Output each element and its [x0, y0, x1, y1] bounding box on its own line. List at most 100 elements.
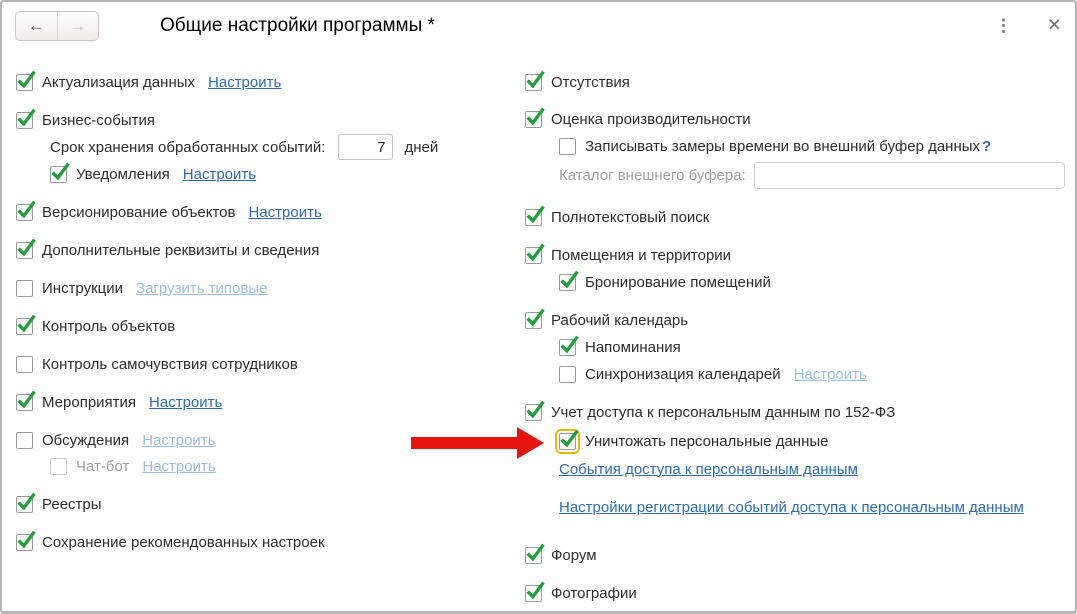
activities-configure-link[interactable]: Настроить — [149, 394, 222, 411]
photos-checkbox[interactable] — [525, 585, 542, 602]
room-booking-label: Бронирование помещений — [585, 274, 771, 291]
instructions-checkbox[interactable] — [16, 280, 33, 297]
instructions-label: Инструкции — [42, 280, 123, 297]
row-full-text-search: Полнотекстовый поиск — [525, 205, 1065, 229]
row-external-buffer-directory: Каталог внешнего буфера: — [559, 162, 1065, 189]
business-events-checkbox[interactable] — [16, 112, 33, 129]
performance-evaluation-label: Оценка производительности — [551, 111, 751, 128]
red-arrow — [411, 427, 544, 459]
row-reminders: Напоминания — [559, 335, 1065, 359]
discussions-configure-link[interactable]: Настроить — [142, 432, 215, 449]
premises-territories-label: Помещения и территории — [551, 247, 731, 264]
calendar-sync-checkbox[interactable] — [559, 366, 576, 383]
settings-window: ← → Общие настройки программы * ⋮ × Акту… — [0, 0, 1077, 614]
row-save-recommended-settings: Сохранение рекомендованных настроек — [16, 530, 513, 554]
row-personal-data-access-152fz: Учет доступа к персональным данным по 15… — [525, 400, 1065, 424]
notifications-checkbox[interactable] — [50, 166, 67, 183]
chat-bot-checkbox[interactable] — [50, 458, 67, 475]
red-arrow-head — [517, 427, 544, 459]
forward-button[interactable]: → — [58, 12, 99, 40]
registers-checkbox[interactable] — [16, 496, 33, 513]
chat-bot-label: Чат-бот — [76, 458, 129, 475]
destroy-personal-data-checkbox[interactable] — [559, 433, 576, 450]
discussions-checkbox[interactable] — [16, 432, 33, 449]
row-business-events: Бизнес-события — [16, 108, 513, 132]
room-booking-checkbox[interactable] — [559, 274, 576, 291]
history-nav: ← → — [15, 11, 99, 41]
row-registers: Реестры — [16, 492, 513, 516]
forum-label: Форум — [551, 547, 597, 564]
right-settings-column: Отсутствия Оценка производительности Зап… — [525, 70, 1065, 614]
reminders-checkbox[interactable] — [559, 339, 576, 356]
external-buffer-directory-input[interactable] — [754, 162, 1065, 189]
personal-data-registration-settings-link[interactable]: Настройки регистрации событий доступа к … — [559, 497, 1024, 518]
page-title: Общие настройки программы * — [160, 15, 435, 37]
row-room-booking: Бронирование помещений — [559, 270, 1065, 294]
row-photos: Фотографии — [525, 581, 1065, 605]
object-control-label: Контроль объектов — [42, 318, 175, 335]
calendar-sync-label: Синхронизация календарей — [585, 366, 781, 383]
additional-attributes-checkbox[interactable] — [16, 242, 33, 259]
employee-wellbeing-checkbox[interactable] — [16, 356, 33, 373]
row-notifications: Уведомления Настроить — [50, 162, 513, 186]
back-button[interactable]: ← — [16, 12, 58, 40]
personal-data-access-events-link[interactable]: События доступа к персональным данным — [559, 461, 858, 478]
full-text-search-checkbox[interactable] — [525, 209, 542, 226]
destroy-personal-data-label: Уничтожать персональные данные — [585, 433, 828, 450]
object-versioning-configure-link[interactable]: Настроить — [248, 204, 321, 221]
absences-checkbox[interactable] — [525, 74, 542, 91]
save-recommended-settings-checkbox[interactable] — [16, 534, 33, 551]
data-actualization-checkbox[interactable] — [16, 74, 33, 91]
row-personal-data-access-events: События доступа к персональным данным — [559, 457, 1065, 481]
row-absences: Отсутствия — [525, 70, 1065, 94]
discussions-label: Обсуждения — [42, 432, 129, 449]
row-calendar-sync: Синхронизация календарей Настроить — [559, 362, 1065, 386]
help-icon[interactable]: ? — [982, 138, 991, 155]
notifications-configure-link[interactable]: Настроить — [183, 166, 256, 183]
row-work-calendar: Рабочий календарь — [525, 308, 1065, 332]
chat-bot-configure-link[interactable]: Настроить — [142, 458, 215, 475]
full-text-search-label: Полнотекстовый поиск — [551, 209, 709, 226]
write-time-measurements-checkbox[interactable] — [559, 138, 576, 155]
row-destroy-personal-data: Уничтожать персональные данные — [559, 428, 1065, 454]
work-calendar-label: Рабочий календарь — [551, 312, 688, 329]
row-additional-attributes: Дополнительные реквизиты и сведения — [16, 238, 513, 262]
row-forum: Форум — [525, 543, 1065, 567]
reminders-label: Напоминания — [585, 339, 681, 356]
personal-data-access-152fz-checkbox[interactable] — [525, 404, 542, 421]
employee-wellbeing-label: Контроль самочувствия сотрудников — [42, 356, 298, 373]
save-recommended-settings-label: Сохранение рекомендованных настроек — [42, 534, 325, 551]
row-performance-evaluation: Оценка производительности — [525, 107, 1065, 131]
row-activities: Мероприятия Настроить — [16, 390, 513, 414]
calendar-sync-configure-link[interactable]: Настроить — [794, 366, 867, 383]
red-arrow-shaft — [411, 437, 519, 449]
row-instructions: Инструкции Загрузить типовые — [16, 276, 513, 300]
row-object-control: Контроль объектов — [16, 314, 513, 338]
row-employee-wellbeing-control: Контроль самочувствия сотрудников — [16, 352, 513, 376]
more-menu-icon[interactable]: ⋮ — [995, 15, 1012, 37]
write-time-measurements-label: Записывать замеры времени во внешний буф… — [585, 138, 980, 155]
registers-label: Реестры — [42, 496, 102, 513]
photos-label: Фотографии — [551, 585, 637, 602]
data-actualization-configure-link[interactable]: Настроить — [208, 74, 281, 91]
close-icon[interactable]: × — [1048, 11, 1061, 37]
row-events-storage-period: Срок хранения обработанных событий: дней — [50, 134, 513, 160]
row-premises-territories: Помещения и территории — [525, 243, 1065, 267]
activities-checkbox[interactable] — [16, 394, 33, 411]
storage-period-label: Срок хранения обработанных событий: — [50, 139, 325, 156]
storage-days-input[interactable] — [338, 134, 393, 160]
forum-checkbox[interactable] — [525, 547, 542, 564]
row-object-versioning: Версионирование объектов Настроить — [16, 200, 513, 224]
work-calendar-checkbox[interactable] — [525, 312, 542, 329]
data-actualization-label: Актуализация данных — [42, 74, 195, 91]
notifications-label: Уведомления — [76, 166, 170, 183]
object-versioning-checkbox[interactable] — [16, 204, 33, 221]
instructions-load-standard-link[interactable]: Загрузить типовые — [136, 280, 267, 297]
row-write-time-measurements: Записывать замеры времени во внешний буф… — [559, 134, 1065, 158]
premises-territories-checkbox[interactable] — [525, 247, 542, 264]
object-control-checkbox[interactable] — [16, 318, 33, 335]
object-versioning-label: Версионирование объектов — [42, 204, 235, 221]
performance-evaluation-checkbox[interactable] — [525, 111, 542, 128]
business-events-label: Бизнес-события — [42, 112, 155, 129]
left-settings-column: Актуализация данных Настроить Бизнес-соб… — [16, 70, 513, 568]
